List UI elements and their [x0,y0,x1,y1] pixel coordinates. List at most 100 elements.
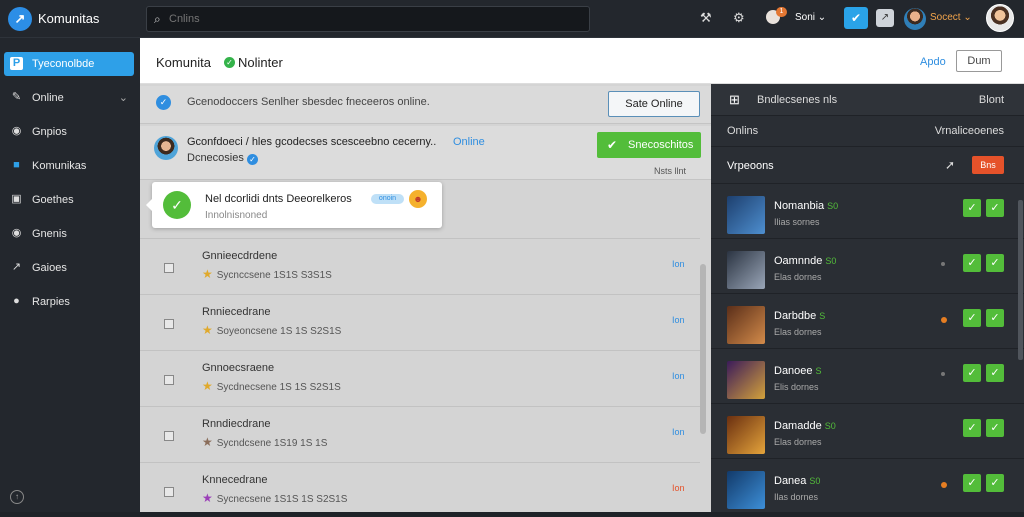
search-box[interactable]: ⌕ [146,6,590,32]
game-subtitle: Elas dornes [774,327,822,337]
game-item[interactable]: Damadde S0 Elas dornes ✓ ✓ [711,405,1024,459]
share-button[interactable]: ↗ [876,9,894,27]
check-button[interactable]: ✓ [986,254,1004,272]
right-scrollbar[interactable] [1018,200,1023,360]
check-button[interactable]: ✓ [963,254,981,272]
right-panel-action[interactable]: Blont [979,94,1004,106]
circle-icon: ◉ [11,125,22,137]
game-thumbnail[interactable] [727,471,765,509]
check-button[interactable]: ✓ [986,199,1004,217]
row-subtitle-text: Soyeoncsene 1S 1S S2S1S [216,326,342,337]
sidebar-item-label: Gnenis [32,228,67,240]
sidebar-item-gnpios[interactable]: ◉ Gnpios [4,120,134,144]
gear-icon[interactable]: ⚙ [733,10,745,26]
upload-icon[interactable]: ↑ [10,490,24,504]
sidebar-item-rarpies[interactable]: ● Rarpies [4,290,134,314]
check-button[interactable]: ✔ [844,7,868,29]
game-thumbnail[interactable] [727,416,765,454]
search-input[interactable] [169,11,569,27]
status-badge: onoin [371,194,404,204]
subscribe-button[interactable]: ✔ Snecoschitos [597,132,701,158]
check-button[interactable]: ✓ [986,309,1004,327]
check-button[interactable]: ✓ [963,199,981,217]
row-checkbox[interactable] [164,431,174,441]
row-subtitle: ★ Sycdnecsene 1S 1S S2S1S [202,379,341,393]
user-menu[interactable]: Socect ⌄ [930,12,972,23]
check-button[interactable]: ✓ [986,474,1004,492]
row-tag[interactable]: Ion [672,259,685,269]
sidebar-item-komunikas[interactable]: ■ Komunikas [4,154,134,178]
check-button[interactable]: ✓ [963,364,981,382]
star-icon: ★ [202,435,213,449]
profile-avatar[interactable] [986,4,1014,32]
sidebar-item-label: Goethes [32,194,74,206]
arrow-icon[interactable]: ➚ [945,158,955,172]
check-button[interactable]: ✓ [963,419,981,437]
check-button[interactable]: ✓ [986,419,1004,437]
dum-button[interactable]: Dum [956,50,1002,72]
user-avatar-small[interactable] [904,8,926,30]
check-button[interactable]: ✓ [963,474,981,492]
status-bar: ✓ Gcenodoccers Senlher sbesdec fneceeros… [140,86,711,124]
game-item[interactable]: Oamnnde S0 Elas dornes ✓ ✓ [711,240,1024,294]
game-count: S0 [825,256,837,266]
notification-menu[interactable]: Soni ⌄ [795,12,826,23]
sate-online-button[interactable]: Sate Online [608,91,700,117]
game-title: Oamnnde S0 [774,255,836,267]
online-link[interactable]: Online [453,136,485,148]
sidebar-item-label: Rarpies [32,296,70,308]
game-title-text: Oamnnde [774,255,823,267]
row-checkbox[interactable] [164,263,174,273]
row-checkbox[interactable] [164,319,174,329]
sidebar-item-gnenis[interactable]: ◉ Gnenis [4,222,134,246]
wrench-icon[interactable]: ⚒ [700,10,712,26]
game-title: Danoee S [774,365,822,377]
game-thumbnail[interactable] [727,196,765,234]
right-panel-sub-action[interactable]: Vrnaliceoenes [935,125,1004,137]
status-dot [941,262,945,266]
page-title: Komunita [156,55,211,70]
list-item[interactable]: Rnniecedrane ★ Soyeoncsene 1S 1S S2S1S Io… [140,294,700,349]
grid-icon[interactable]: ⊞ [729,92,740,108]
avatar[interactable] [154,136,178,160]
top-bar: ↗ Komunitas ⌕ ⚒ ⚙ 1 Soni ⌄ ✔ ↗ Socect ⌄ [0,0,1024,38]
sidebar-item-online[interactable]: ✎ Online ⌄ [4,86,134,110]
game-item[interactable]: Danoee S Elis dornes ✓ ✓ [711,350,1024,404]
row-tag[interactable]: Ion [672,483,685,493]
game-item[interactable]: Darbdbe S Elas dornes ✓ ✓ [711,295,1024,349]
game-count: S0 [824,421,836,431]
parking-icon: P [10,57,23,70]
star-icon: ★ [202,379,213,393]
sidebar-item-label: Online [32,92,64,104]
row-checkbox[interactable] [164,487,174,497]
orange-button[interactable]: Bns [972,156,1004,174]
row-subtitle: ★ Sycnecsene 1S1S 1S S2S1S [202,491,347,505]
status-dot [941,372,945,376]
scrollbar[interactable] [700,264,706,434]
list-item[interactable]: Knnecedrane ★ Sycnecsene 1S1S 1S S2S1S Io… [140,462,700,517]
check-button[interactable]: ✓ [963,309,981,327]
list-item[interactable]: Rnndiecdrane ★ Sycndcsene 1S19 1S 1S Ion [140,406,700,461]
list-item[interactable]: Gnnieecdrdene ★ Sycnccsene 1S1S S3S1S Ion [140,238,700,293]
row-tag[interactable]: Ion [672,427,685,437]
game-thumbnail[interactable] [727,306,765,344]
game-title: Nomanbia S0 [774,200,838,212]
star-icon: ★ [202,323,213,337]
list-item[interactable]: Gnnoecsraene ★ Sycdnecsene 1S 1S S2S1S Io… [140,350,700,405]
sidebar-item-tyeconolbde[interactable]: P Tyeconolbde [4,52,134,76]
apdo-link[interactable]: Apdo [920,56,946,68]
sidebar-item-goethes[interactable]: ▣ Goethes [4,188,134,212]
game-thumbnail[interactable] [727,251,765,289]
check-button[interactable]: ✓ [986,364,1004,382]
game-count: S0 [827,201,839,211]
popover-arrow [146,199,152,211]
chevron-down-icon[interactable]: ⌄ [119,91,128,104]
notification-badge: 1 [776,7,787,17]
game-thumbnail[interactable] [727,361,765,399]
row-tag[interactable]: Ion [672,315,685,325]
game-item[interactable]: Danea S0 Ilas dornes ✓ ✓ [711,460,1024,514]
game-item[interactable]: Nomanbia S0 Ilias sornes ✓ ✓ [711,185,1024,239]
sidebar-item-gaioes[interactable]: ↗ Gaioes [4,256,134,280]
row-checkbox[interactable] [164,375,174,385]
row-tag[interactable]: Ion [672,371,685,381]
